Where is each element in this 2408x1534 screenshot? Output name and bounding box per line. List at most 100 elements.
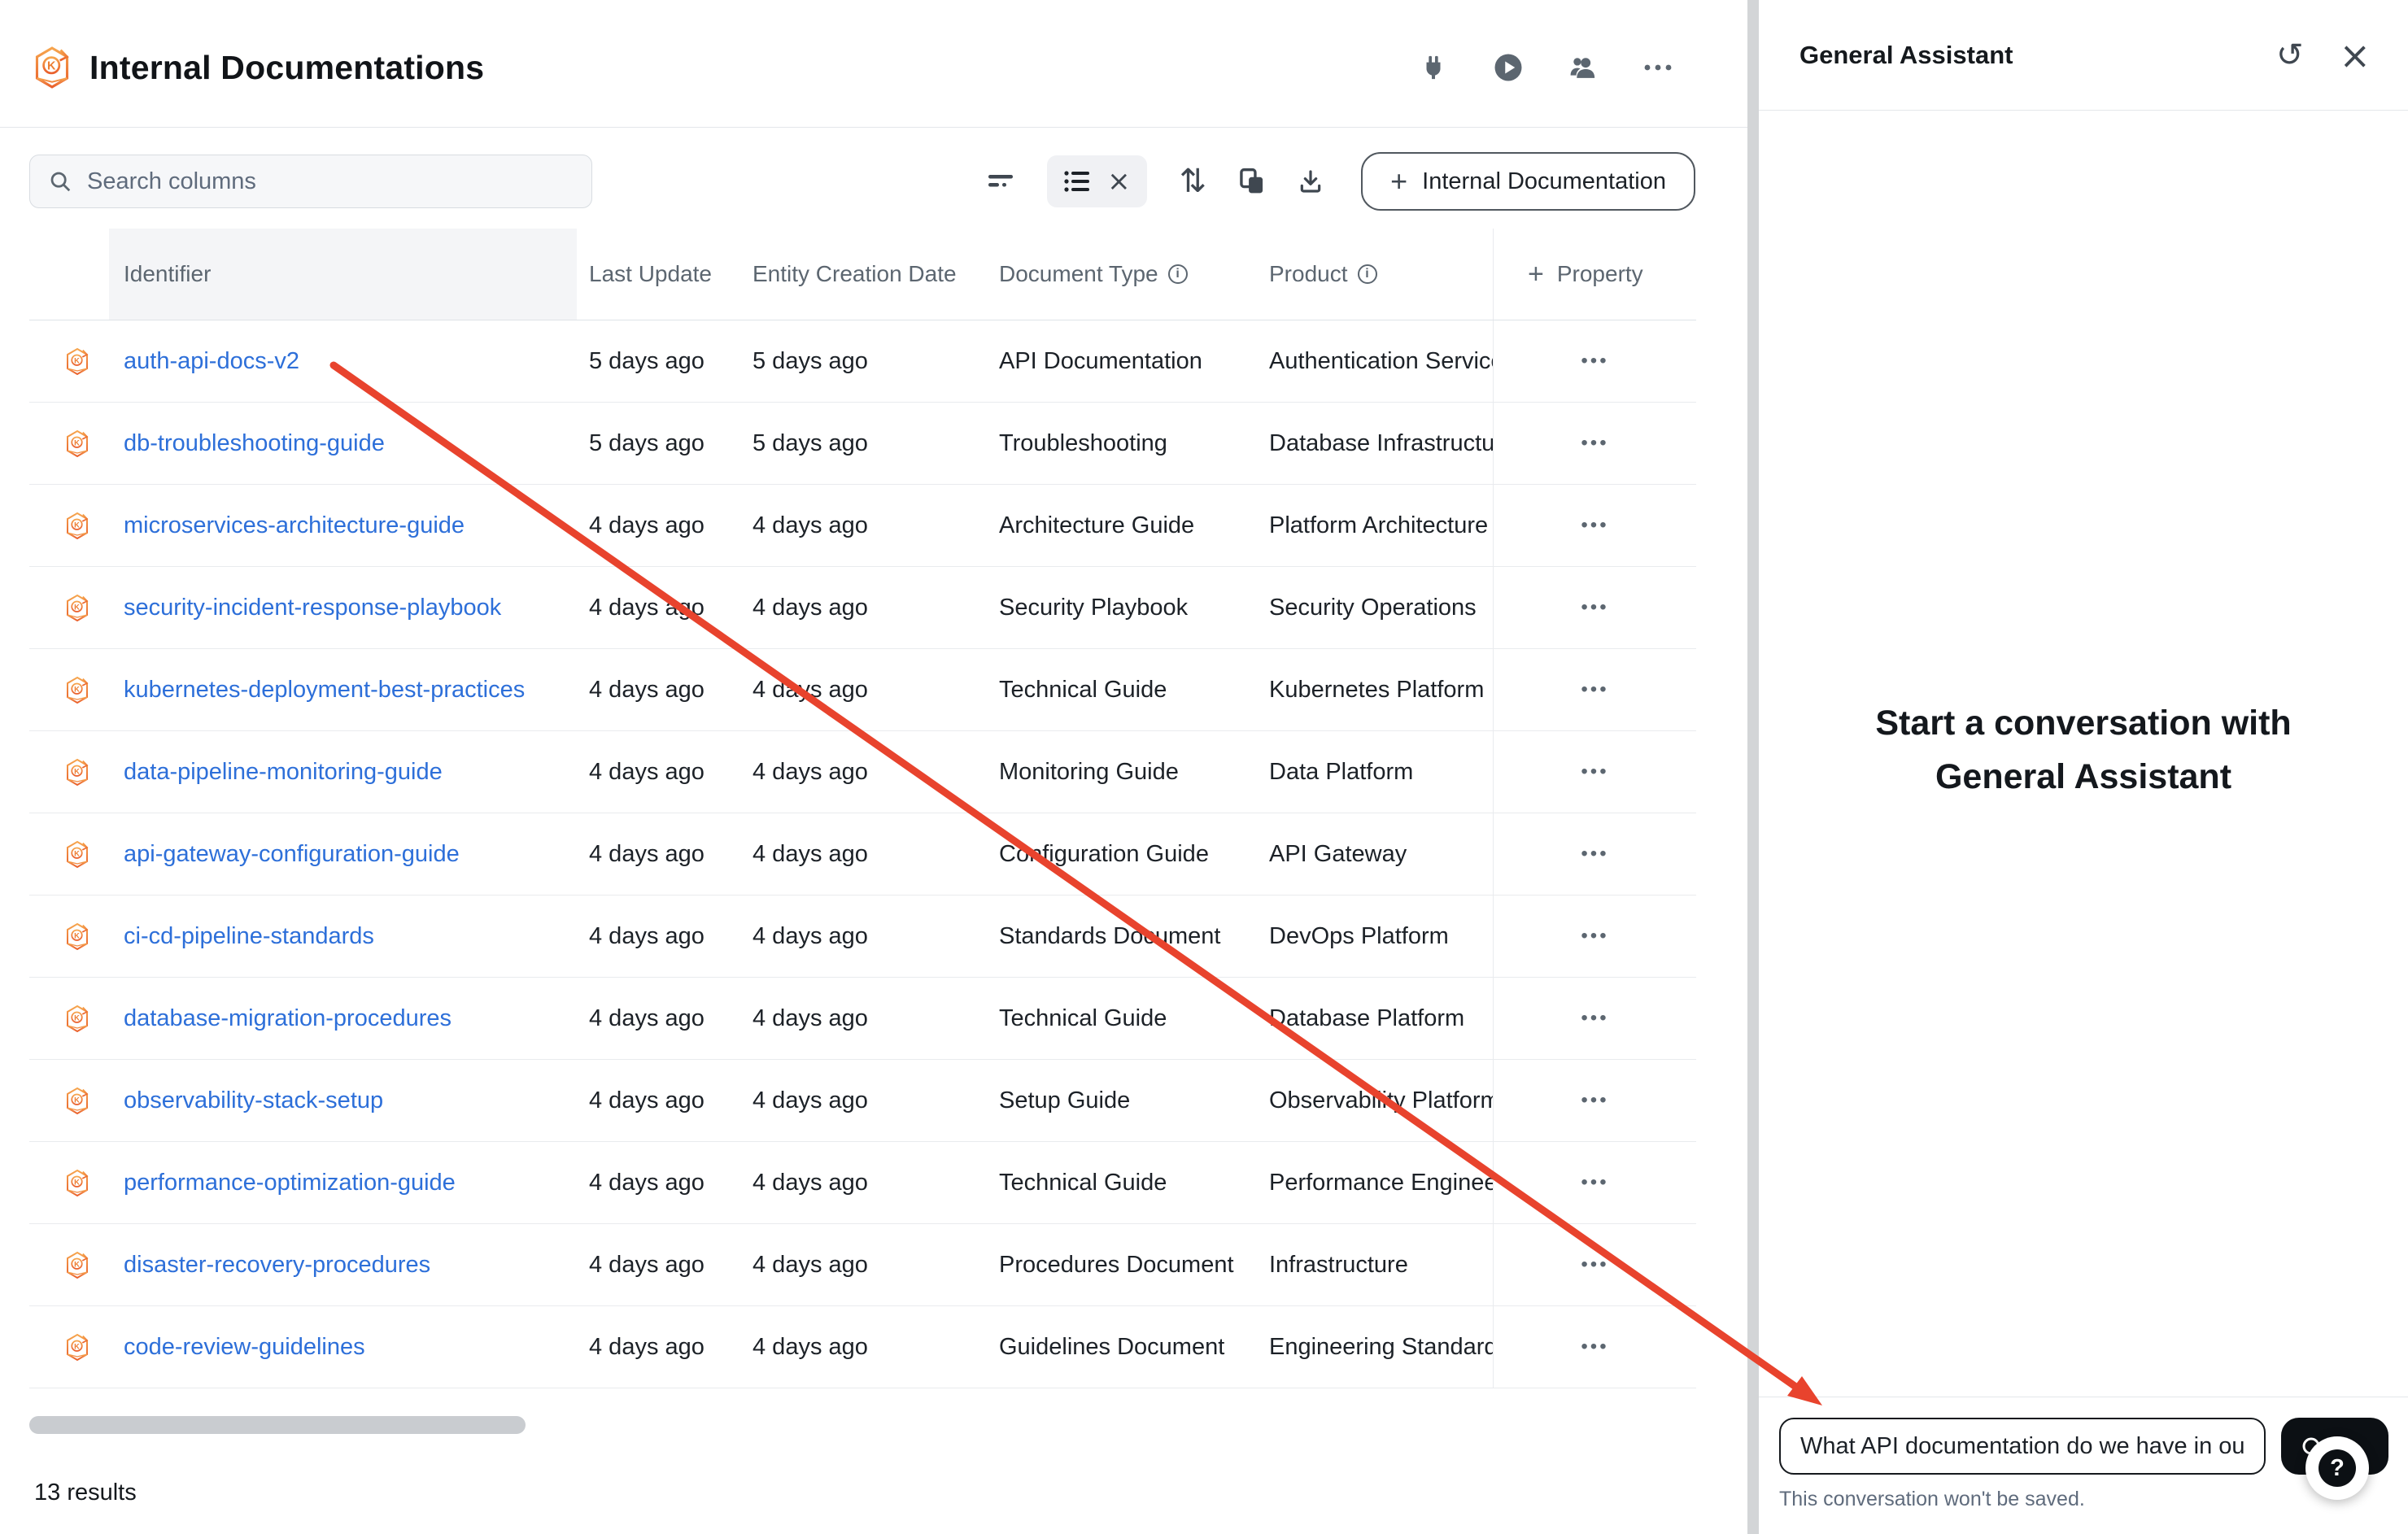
svg-text:K: K (74, 1096, 80, 1104)
svg-text:K: K (47, 60, 56, 73)
assistant-title: General Assistant (1799, 41, 2013, 70)
product-cell: DevOps Platform (1257, 923, 1493, 950)
toolbar-actions: × ⇅ + Int (987, 152, 1695, 211)
add-property-button[interactable]: + Property (1493, 229, 1696, 320)
question-mark-icon: ? (2319, 1449, 2356, 1487)
object-icon: K (65, 922, 89, 951)
identifier-link[interactable]: performance-optimization-guide (124, 1170, 456, 1196)
last-update-cell: 4 days ago (577, 595, 740, 621)
row-actions-button[interactable]: ••• (1573, 1083, 1616, 1118)
identifier-link[interactable]: security-incident-response-playbook (124, 595, 501, 621)
assistant-chat-input[interactable] (1779, 1418, 2266, 1475)
search-input[interactable] (87, 168, 574, 195)
users-icon[interactable] (1568, 53, 1598, 82)
identifier-link[interactable]: microservices-architecture-guide (124, 512, 465, 538)
plugin-icon[interactable] (1419, 53, 1448, 82)
download-icon[interactable] (1298, 168, 1324, 194)
reset-conversation-icon[interactable]: ↺ (2276, 39, 2304, 72)
last-update-cell: 5 days ago (577, 348, 740, 375)
column-header-product[interactable]: Product i (1257, 229, 1493, 320)
identifier-link[interactable]: api-gateway-configuration-guide (124, 841, 460, 867)
table-row: K observability-stack-setup 4 days ago 4… (29, 1060, 1696, 1142)
entity-creation-date-cell: 4 days ago (740, 1005, 987, 1032)
panel-resize-divider[interactable] (1747, 0, 1759, 1534)
row-actions-button[interactable]: ••• (1573, 343, 1616, 379)
last-update-cell: 4 days ago (577, 1252, 740, 1279)
row-actions-button[interactable]: ••• (1573, 1247, 1616, 1283)
object-icon: K (65, 1251, 89, 1279)
svg-text:K: K (74, 1178, 80, 1186)
identifier-link[interactable]: data-pipeline-monitoring-guide (124, 759, 443, 785)
play-icon[interactable] (1494, 53, 1523, 82)
plus-icon: + (1390, 167, 1407, 196)
copy-icon[interactable] (1239, 168, 1265, 195)
identifier-link[interactable]: database-migration-procedures (124, 1005, 452, 1031)
row-actions-button[interactable]: ••• (1573, 836, 1616, 872)
product-cell: Security Operations (1257, 595, 1493, 621)
entity-creation-date-cell: 4 days ago (740, 923, 987, 950)
row-actions-button[interactable]: ••• (1573, 1165, 1616, 1201)
object-icon: K (65, 840, 89, 869)
object-icon: K (65, 676, 89, 704)
document-type-cell: Guidelines Document (987, 1334, 1257, 1361)
last-update-cell: 4 days ago (577, 1334, 740, 1361)
close-panel-icon[interactable]: × (2339, 37, 2371, 74)
table-row: K data-pipeline-monitoring-guide 4 days … (29, 731, 1696, 813)
list-view-icon (1063, 169, 1091, 194)
horizontal-scrollbar[interactable] (29, 1416, 526, 1434)
search-box[interactable] (29, 155, 592, 208)
row-object-icon-cell: K (29, 1005, 109, 1033)
last-update-cell: 4 days ago (577, 1087, 740, 1114)
identifier-link[interactable]: observability-stack-setup (124, 1087, 383, 1113)
sort-icon[interactable]: ⇅ (1180, 163, 1207, 200)
object-icon: K (65, 512, 89, 540)
product-cell: Authentication Service (1257, 348, 1493, 375)
page-header: K Internal Documentations (0, 0, 1747, 128)
help-button[interactable]: ? (2305, 1436, 2369, 1500)
info-icon[interactable]: i (1358, 264, 1377, 284)
document-type-cell: Technical Guide (987, 1005, 1257, 1032)
new-internal-documentation-button[interactable]: + Internal Documentation (1361, 152, 1695, 211)
identifier-link[interactable]: db-troubleshooting-guide (124, 430, 385, 456)
row-actions-button[interactable]: ••• (1573, 425, 1616, 461)
last-update-cell: 4 days ago (577, 841, 740, 868)
row-actions-button[interactable]: ••• (1573, 508, 1616, 543)
more-options-icon[interactable] (1643, 53, 1673, 82)
row-actions-button[interactable]: ••• (1573, 918, 1616, 954)
column-header-entity-creation-date[interactable]: Entity Creation Date (740, 229, 987, 320)
identifier-link[interactable]: auth-api-docs-v2 (124, 348, 299, 374)
object-icon: K (65, 1333, 89, 1362)
row-actions-cell: ••• (1493, 567, 1696, 648)
column-header-identifier[interactable]: Identifier (109, 229, 577, 320)
row-actions-button[interactable]: ••• (1573, 1329, 1616, 1365)
identifier-link[interactable]: disaster-recovery-procedures (124, 1252, 430, 1278)
row-actions-button[interactable]: ••• (1573, 754, 1616, 790)
row-actions-cell: ••• (1493, 896, 1696, 977)
svg-text:K: K (74, 521, 80, 529)
row-object-icon-cell: K (29, 840, 109, 869)
entity-creation-date-cell: 4 days ago (740, 512, 987, 539)
column-header-document-type[interactable]: Document Type i (987, 229, 1257, 320)
row-actions-button[interactable]: ••• (1573, 672, 1616, 708)
table-row: K database-migration-procedures 4 days a… (29, 978, 1696, 1060)
svg-text:K: K (74, 931, 80, 939)
identifier-link[interactable]: code-review-guidelines (124, 1334, 365, 1360)
entity-creation-date-cell: 4 days ago (740, 841, 987, 868)
identifier-link[interactable]: kubernetes-deployment-best-practices (124, 677, 525, 703)
row-actions-button[interactable]: ••• (1573, 1000, 1616, 1036)
info-icon[interactable]: i (1168, 264, 1188, 284)
row-actions-button[interactable]: ••• (1573, 590, 1616, 625)
identifier-link[interactable]: ci-cd-pipeline-standards (124, 923, 374, 949)
svg-text:K: K (74, 849, 80, 857)
app-window: K Internal Documentations (0, 0, 2408, 1534)
row-object-icon-cell: K (29, 758, 109, 787)
search-icon (48, 169, 72, 194)
row-object-icon-cell: K (29, 1251, 109, 1279)
last-update-cell: 4 days ago (577, 759, 740, 786)
filter-icon[interactable] (987, 171, 1014, 192)
column-header-last-update[interactable]: Last Update (577, 229, 740, 320)
table-body: K auth-api-docs-v2 5 days ago 5 days ago… (29, 320, 1696, 1388)
table-row: K performance-optimization-guide 4 days … (29, 1142, 1696, 1224)
remove-view-icon[interactable]: × (1107, 165, 1131, 198)
view-mode-chip[interactable]: × (1047, 155, 1147, 207)
